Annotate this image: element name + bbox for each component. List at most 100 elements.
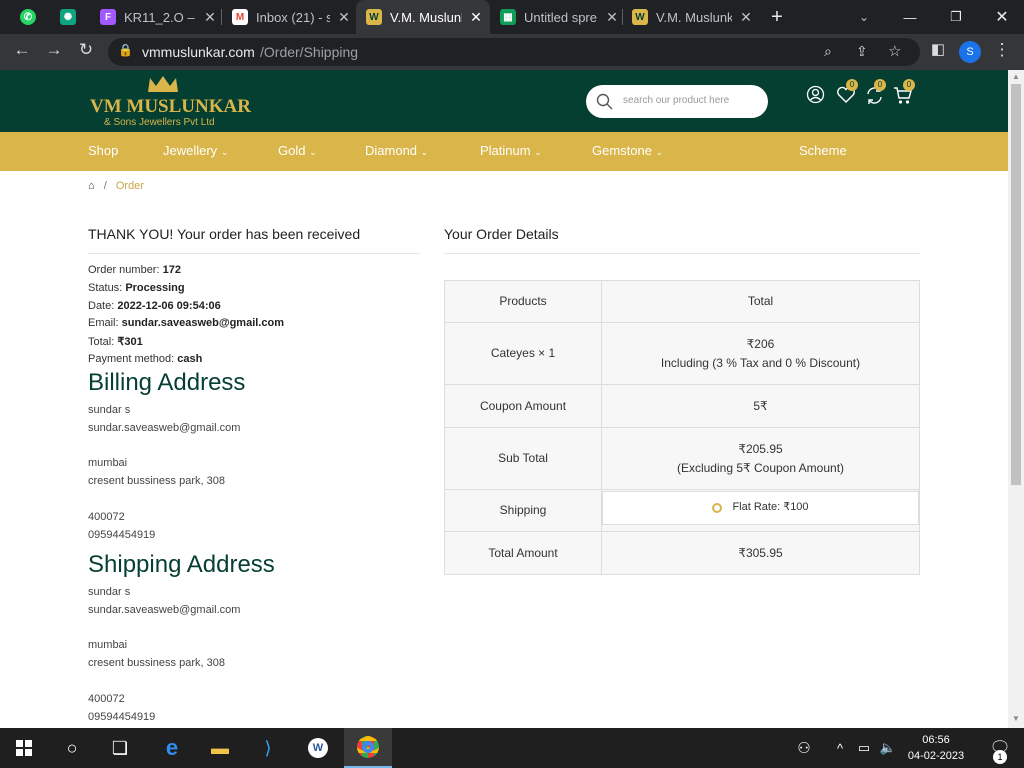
search-circle-icon[interactable]: ○	[48, 728, 96, 768]
tab-search-chevron-icon[interactable]: ⌄	[852, 0, 876, 34]
scroll-down-icon[interactable]: ▼	[1012, 714, 1020, 723]
user-icon[interactable]	[806, 85, 825, 104]
new-tab-button[interactable]: +	[764, 0, 790, 34]
lock-icon: 🔒	[118, 43, 133, 57]
order-status-row: Status: Processing	[88, 282, 185, 294]
cart-count-badge: 0	[903, 79, 915, 91]
tab-title: V.M. Muslunk	[656, 9, 732, 25]
close-icon[interactable]: ✕	[202, 9, 218, 26]
restore-icon[interactable]: ❐	[944, 0, 968, 34]
search-box[interactable]: search our product here	[586, 85, 768, 118]
billing-email: sundar.saveasweb@gmail.com	[88, 422, 241, 434]
site-header: VM MUSLUNKAR & Sons Jewellers Pvt Ltd se…	[0, 70, 1008, 132]
edge-icon[interactable]: e	[148, 728, 196, 768]
logo-wordmark: VM MUSLUNKAR	[90, 96, 251, 117]
shipping-option[interactable]: Flat Rate: ₹100	[602, 490, 919, 525]
header-total: Total	[601, 280, 920, 323]
nav-jewellery[interactable]: Jewellery ⌄	[163, 143, 228, 158]
chevron-down-icon: ⌄	[220, 147, 229, 157]
thank-you-heading: THANK YOU! Your order has been received	[88, 226, 361, 242]
shipping-street: cresent bussiness park, 308	[88, 657, 225, 669]
home-icon[interactable]: ⌂	[88, 180, 95, 192]
billing-name: sundar s	[88, 404, 131, 416]
share-icon[interactable]: ⇪	[856, 43, 868, 60]
tab-chatgpt[interactable]: ✺	[52, 0, 84, 34]
scroll-thumb[interactable]	[1011, 84, 1021, 485]
forward-arrow-icon[interactable]: →	[42, 40, 66, 60]
nav-diamond[interactable]: Diamond ⌄	[365, 143, 428, 158]
table-row-grand-total: Total Amount ₹305.95	[444, 531, 920, 575]
windows-start-icon[interactable]	[0, 728, 48, 768]
zoom-icon[interactable]: ⌕	[824, 43, 832, 60]
shipping-pin: 400072	[88, 693, 125, 705]
window-close-icon[interactable]: ✕	[990, 0, 1014, 34]
table-row-shipping: Shipping Flat Rate: ₹100	[444, 489, 920, 532]
tab-vm-muslunkar-active[interactable]: W V.M. Muslunk ✕	[356, 0, 490, 34]
coupon-label: Coupon Amount	[444, 384, 602, 428]
tab-sheets[interactable]: ▦ Untitled spre ✕	[494, 0, 620, 34]
nav-scheme[interactable]: Scheme	[799, 143, 847, 158]
task-view-icon[interactable]: ❏	[96, 728, 144, 768]
back-arrow-icon[interactable]: ←	[10, 40, 34, 60]
bookmark-star-icon[interactable]: ☆	[888, 42, 901, 60]
winword-icon[interactable]: W	[294, 728, 342, 768]
billing-city: mumbai	[88, 457, 128, 469]
close-icon[interactable]: ✕	[336, 9, 352, 26]
close-icon[interactable]: ✕	[738, 9, 754, 26]
billing-phone: 09594454919	[88, 529, 156, 541]
divider	[444, 253, 920, 254]
shipping-name: sundar s	[88, 586, 131, 598]
side-panel-icon[interactable]: ◧	[926, 40, 950, 58]
tab-figma[interactable]: F KR11_2.O – F ✕	[96, 0, 218, 34]
tab-gmail[interactable]: M Inbox (21) - s ✕	[226, 0, 352, 34]
tab-title: Inbox (21) - s	[256, 9, 330, 25]
chevron-down-icon: ⌄	[655, 147, 664, 157]
tray-chevron-up-icon[interactable]: ^	[828, 728, 852, 768]
tab-divider	[221, 9, 222, 25]
tab-title: Untitled spre	[524, 9, 597, 25]
item-price: ₹206	[746, 336, 775, 351]
page-scrollbar[interactable]: ▲ ▼	[1008, 70, 1024, 728]
nav-gemstone[interactable]: Gemstone ⌄	[592, 143, 663, 158]
compare-count-badge: 0	[874, 79, 886, 91]
grand-total-label: Total Amount	[444, 531, 602, 575]
close-icon[interactable]: ✕	[468, 9, 484, 26]
vscode-icon[interactable]: ⟩	[244, 728, 292, 768]
scroll-up-icon[interactable]: ▲	[1012, 72, 1020, 81]
billing-pin: 400072	[88, 511, 125, 523]
volume-icon[interactable]: 🔈	[876, 728, 900, 768]
system-clock[interactable]: 06:56 04-02-2023	[904, 732, 968, 764]
nav-gold[interactable]: Gold ⌄	[278, 143, 317, 158]
minimize-icon[interactable]: —	[898, 0, 922, 34]
kebab-menu-icon[interactable]: ⋮	[990, 40, 1014, 60]
breadcrumb-current[interactable]: Order	[116, 180, 144, 192]
people-icon[interactable]: ⚇	[780, 728, 828, 768]
tab-whatsapp[interactable]: ✆	[12, 0, 44, 34]
nav-platinum[interactable]: Platinum ⌄	[480, 143, 542, 158]
nav-label: Jewellery	[163, 143, 218, 158]
network-icon[interactable]: ▭	[852, 728, 876, 768]
order-email-label: Email:	[88, 317, 119, 329]
address-bar[interactable]: 🔒 vmmuslunkar.com /Order/Shipping ⌕ ⇪ ☆	[108, 38, 920, 66]
order-email: sundar.saveasweb@gmail.com	[121, 317, 284, 329]
figma-icon: F	[100, 9, 116, 25]
close-icon[interactable]: ✕	[604, 9, 620, 26]
breadcrumb-separator: /	[103, 180, 107, 192]
reload-icon[interactable]: ↻	[74, 40, 98, 60]
search-input[interactable]: search our product here	[623, 95, 729, 106]
profile-avatar[interactable]: S	[959, 41, 981, 63]
site-logo[interactable]: VM MUSLUNKAR & Sons Jewellers Pvt Ltd	[90, 74, 251, 130]
payment-method: cash	[177, 353, 203, 365]
nav-shop[interactable]: Shop	[88, 143, 118, 158]
tab-vm-muslunkar[interactable]: W V.M. Muslunk ✕	[628, 0, 754, 34]
chrome-icon[interactable]	[344, 728, 392, 768]
order-number: 172	[162, 264, 181, 276]
shipping-label: Shipping	[444, 489, 602, 532]
order-total: ₹301	[117, 336, 143, 348]
order-status-label: Status:	[88, 282, 123, 294]
order-number-row: Order number: 172	[88, 264, 181, 276]
billing-address-heading: Billing Address	[88, 369, 246, 396]
file-explorer-icon[interactable]: ▬	[196, 728, 244, 768]
nav-label: Gemstone	[592, 143, 652, 158]
shipping-radio[interactable]	[712, 502, 723, 513]
